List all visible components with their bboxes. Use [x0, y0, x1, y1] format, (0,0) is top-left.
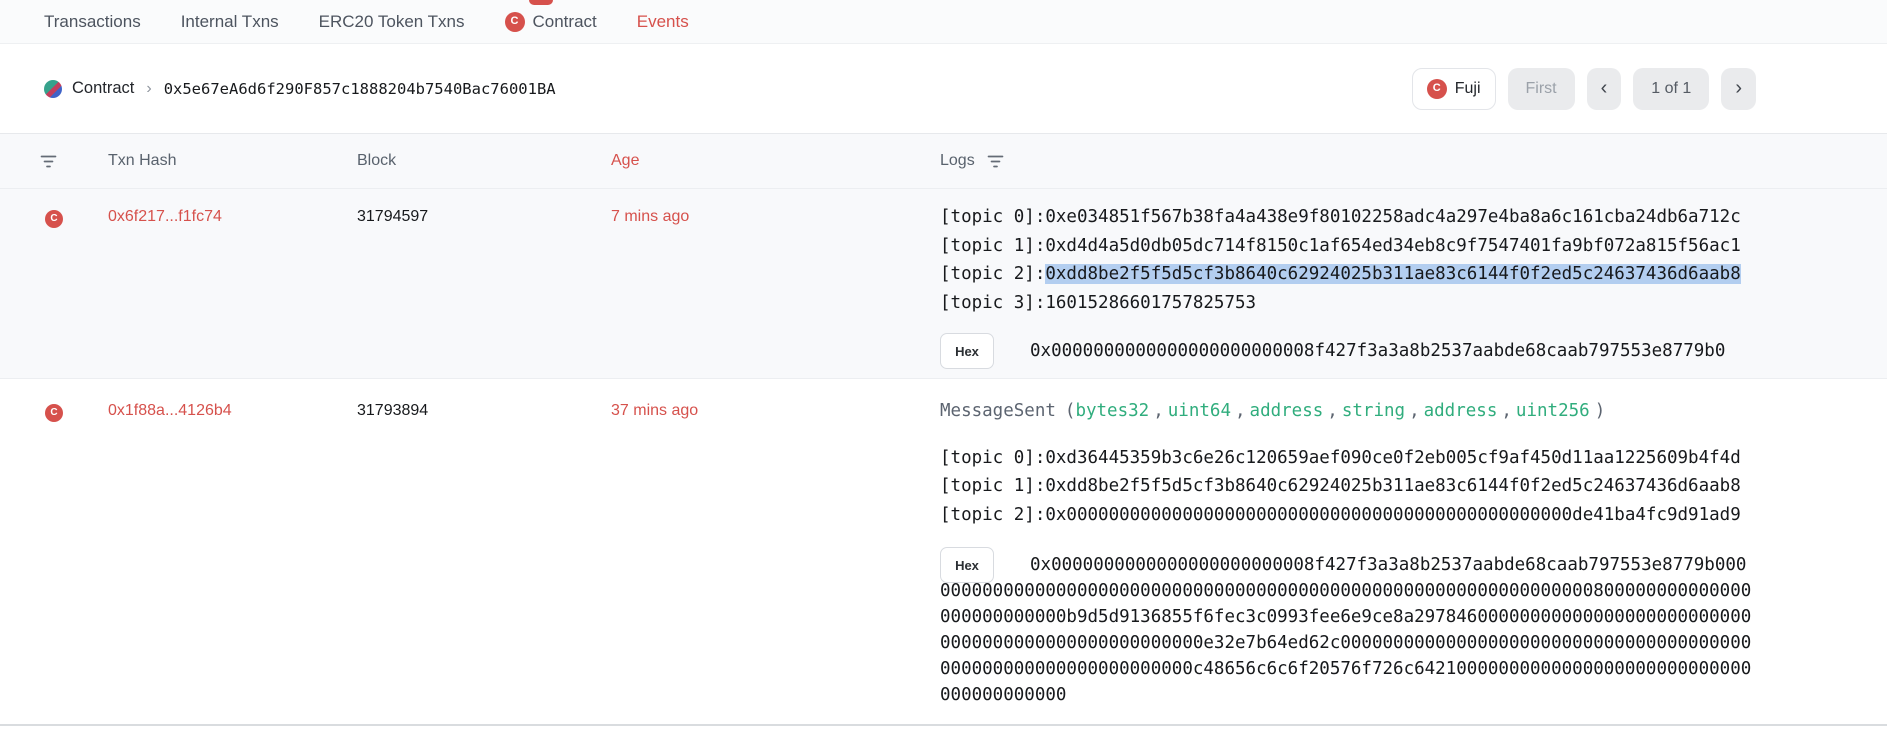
hex-toggle-button[interactable]: Hex [940, 547, 994, 583]
log-data-block: Hex 0x0000000000000000000000008f427f3a3a… [940, 547, 1755, 708]
filter-icon[interactable] [40, 154, 108, 169]
events-table: Txn Hash Block Age Logs C 0x6f217...f1fc… [0, 134, 1887, 726]
contract-identicon [44, 80, 62, 98]
age-value: 37 mins ago [611, 379, 940, 426]
contract-row-badge: C [45, 404, 63, 422]
column-header-age[interactable]: Age [611, 152, 940, 170]
contract-c-icon: C [505, 12, 525, 32]
topic-line: [topic 0]:0xe034851f567b38fa4a438e9f8010… [940, 203, 1755, 232]
event-signature: MessageSent(bytes32,uint64,address,strin… [940, 397, 1755, 426]
breadcrumb-separator-icon: › [146, 80, 151, 98]
cut-off-red-indicator [529, 0, 553, 5]
log-hex-data: 0x0000000000000000000000008f427f3a3a8b25… [940, 547, 1755, 708]
pagination-first-button[interactable]: First [1508, 68, 1575, 110]
age-value: 7 mins ago [611, 189, 940, 232]
txn-hash-link[interactable]: 0x1f88a...4126b4 [108, 402, 232, 419]
fuji-c-icon: C [1427, 79, 1447, 99]
block-number: 31793894 [357, 379, 611, 426]
hex-toggle-button[interactable]: Hex [940, 333, 994, 369]
topic-line: [topic 1]:0xdd8be2f5f5d5cf3b8640c6292402… [940, 472, 1755, 501]
topic-line: [topic 2]:0xdd8be2f5f5d5cf3b8640c6292402… [940, 260, 1755, 289]
param-type: uint64 [1168, 401, 1231, 421]
tab-bar: Transactions Internal Txns ERC20 Token T… [0, 0, 1887, 44]
column-header-txn-hash: Txn Hash [108, 152, 357, 170]
breadcrumb-contract-label: Contract [72, 79, 134, 98]
event-name: MessageSent [940, 401, 1056, 421]
param-type: string [1342, 401, 1405, 421]
logs-filter-icon[interactable] [987, 154, 1004, 169]
param-type: bytes32 [1075, 401, 1149, 421]
param-type: address [1424, 401, 1498, 421]
log-hex-data: 0x0000000000000000000000008f427f3a3a8b25… [940, 333, 1755, 364]
column-header-block: Block [357, 152, 611, 170]
log-data-block: Hex 0x0000000000000000000000008f427f3a3a… [940, 333, 1755, 364]
param-type: address [1250, 401, 1324, 421]
tab-internal-txns[interactable]: Internal Txns [181, 12, 279, 32]
topic-line: [topic 3]:16015286601757825753 [940, 289, 1755, 318]
topic-line: [topic 0]:0xd36445359b3c6e26c120659aef09… [940, 444, 1755, 473]
txn-hash-link[interactable]: 0x6f217...f1fc74 [108, 208, 222, 225]
column-header-logs: Logs [940, 152, 975, 170]
contract-address: 0x5e67eA6d6f290F857c1888204b7540Bac76001… [164, 80, 556, 98]
tab-contract[interactable]: C Contract [505, 12, 597, 32]
tab-transactions[interactable]: Transactions [44, 12, 141, 32]
block-number: 31794597 [357, 189, 611, 232]
tab-erc20-token-txns[interactable]: ERC20 Token Txns [319, 12, 465, 32]
event-log-row: C 0x1f88a...4126b4 31793894 37 mins ago … [0, 379, 1887, 726]
topic-line: [topic 1]:0xd4d4a5d0db05dc714f8150c1af65… [940, 232, 1755, 261]
pagination-prev-button[interactable]: ‹ [1587, 68, 1622, 110]
param-type: uint256 [1516, 401, 1590, 421]
tab-events[interactable]: Events [637, 12, 689, 32]
table-header-row: Txn Hash Block Age Logs [0, 134, 1887, 189]
topic-line: [topic 2]:0x0000000000000000000000000000… [940, 501, 1755, 530]
selected-topic-value: 0xdd8be2f5f5d5cf3b8640c62924025b311ae83c… [1045, 264, 1740, 284]
tab-contract-label: Contract [533, 12, 597, 32]
pagination-page-indicator: 1 of 1 [1633, 68, 1709, 110]
contract-header: Contract › 0x5e67eA6d6f290F857c1888204b7… [0, 44, 1887, 134]
pagination-next-button[interactable]: › [1721, 68, 1756, 110]
network-badge-fuji[interactable]: C Fuji [1412, 68, 1496, 110]
network-badge-label: Fuji [1455, 80, 1481, 98]
contract-row-badge: C [45, 210, 63, 228]
event-log-row: C 0x6f217...f1fc74 31794597 7 mins ago [… [0, 189, 1887, 379]
